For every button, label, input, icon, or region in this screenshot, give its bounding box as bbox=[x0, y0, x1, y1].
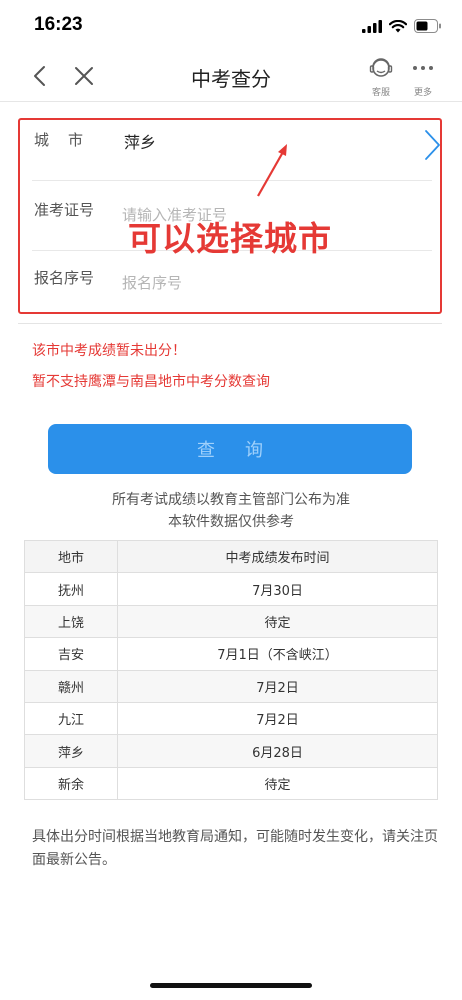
table-cell-date: 7月30日 bbox=[117, 572, 438, 606]
headset-icon bbox=[369, 58, 393, 77]
table-cell-city: 抚州 bbox=[24, 572, 118, 606]
table-row: 吉安 7月1日（不含峡江） bbox=[24, 637, 438, 671]
table-cell-city: 萍乡 bbox=[24, 734, 118, 768]
nav-bar: 中考查分 客服 更多 bbox=[0, 52, 462, 102]
table-cell-date: 7月1日（不含峡江） bbox=[117, 637, 438, 671]
warning-text: 该市中考成绩暂未出分！ bbox=[32, 343, 186, 359]
table-row: 萍乡 6月28日 bbox=[24, 734, 438, 768]
battery-icon bbox=[414, 19, 441, 33]
table-cell-city: 新余 bbox=[24, 766, 118, 801]
table-cell-date: 待定 bbox=[117, 766, 438, 801]
city-label: 城市 bbox=[34, 131, 103, 149]
status-time: 16:23 bbox=[34, 14, 83, 35]
release-schedule-table: 地市 中考成绩发布时间 抚州 7月30日 上饶 待定 吉安 7月1日（不含峡江）… bbox=[24, 539, 438, 801]
table-cell-city: 九江 bbox=[24, 701, 118, 736]
table-row: 上饶 待定 bbox=[24, 604, 438, 639]
more-label: 更多 bbox=[413, 88, 432, 98]
table-cell-date: 待定 bbox=[117, 604, 438, 639]
table-cell-date: 7月2日 bbox=[117, 701, 438, 736]
notice-text: 所有考试成绩以教育主管部门公布为准 bbox=[112, 492, 350, 508]
warning-text: 暂不支持鹰潭与南昌地市中考分数查询 bbox=[32, 374, 270, 390]
more-button[interactable]: 更多 bbox=[404, 56, 442, 98]
table-cell-date: 6月28日 bbox=[117, 734, 438, 768]
exam-id-label: 准考证号 bbox=[34, 201, 95, 219]
annotation-text: 可以选择城市 bbox=[128, 219, 332, 258]
table-row: 抚州 7月30日 bbox=[24, 572, 438, 606]
table-row: 赣州 7月2日 bbox=[24, 669, 438, 703]
reg-no-label: 报名序号 bbox=[34, 269, 95, 287]
status-icons bbox=[362, 18, 442, 34]
status-bar: 16:23 bbox=[0, 0, 462, 52]
notice-text: 本软件数据仅供参考 bbox=[168, 514, 294, 530]
table-cell-city: 吉安 bbox=[24, 637, 118, 671]
table-row: 新余 待定 bbox=[24, 766, 438, 801]
city-value[interactable]: 萍乡 bbox=[124, 129, 156, 153]
footer-note: 具体出分时间根据当地教育局通知，可能随时发生变化，请关注页面最新公告。 bbox=[32, 829, 438, 868]
table-header-city: 地市 bbox=[24, 539, 118, 574]
table-header-row: 地市 中考成绩发布时间 bbox=[24, 539, 438, 574]
chevron-right-icon[interactable] bbox=[422, 128, 442, 162]
customer-service-button[interactable]: 客服 bbox=[362, 56, 400, 98]
service-label: 客服 bbox=[371, 88, 390, 98]
table-row: 九江 7月2日 bbox=[24, 701, 438, 736]
divider bbox=[18, 323, 442, 324]
table-cell-date: 7月2日 bbox=[117, 669, 438, 703]
wifi-icon bbox=[389, 19, 407, 32]
reg-no-input[interactable] bbox=[122, 271, 372, 295]
home-indicator bbox=[150, 983, 312, 988]
table-cell-city: 上饶 bbox=[24, 604, 118, 639]
table-cell-city: 赣州 bbox=[24, 669, 118, 703]
more-dots-icon bbox=[413, 66, 433, 70]
query-button[interactable]: 查询 bbox=[48, 424, 412, 474]
signal-icon bbox=[362, 19, 382, 33]
table-header-date: 中考成绩发布时间 bbox=[117, 539, 438, 574]
